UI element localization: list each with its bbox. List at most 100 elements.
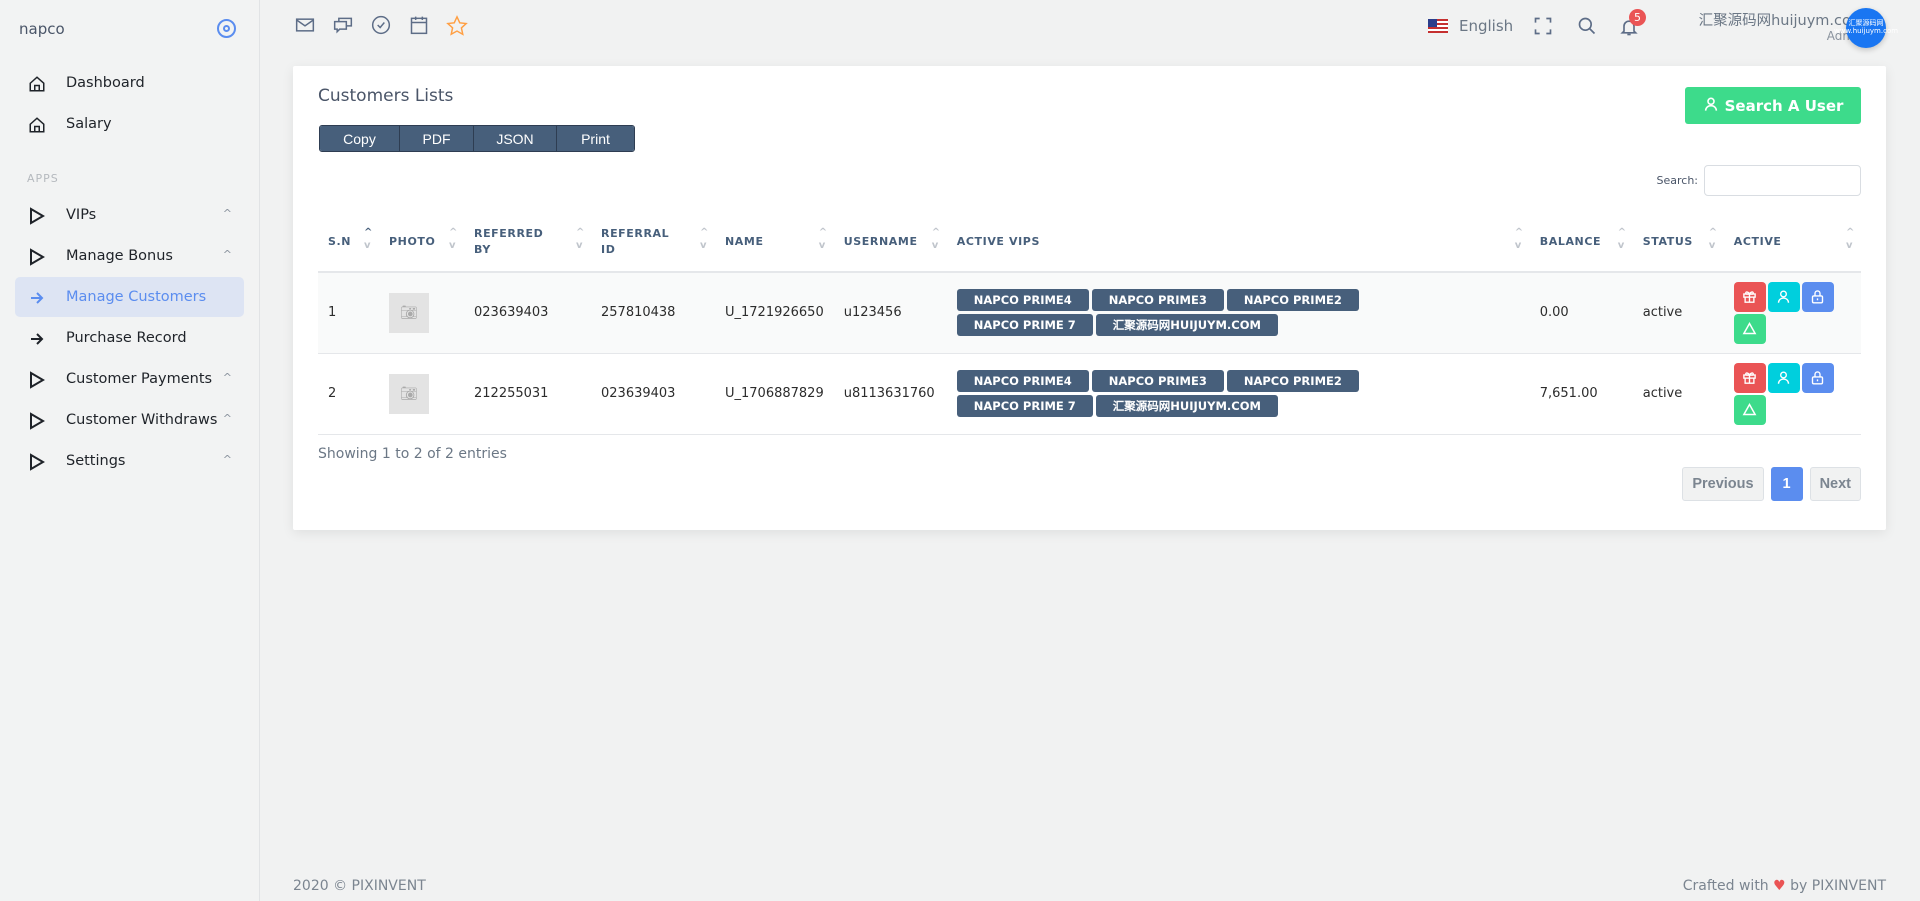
- sort-icon: ^ v: [700, 227, 709, 251]
- sidebar-item-customer-payments[interactable]: Customer Payments ^: [15, 359, 244, 399]
- mail-icon[interactable]: [295, 15, 317, 37]
- fullscreen-icon[interactable]: [1533, 16, 1555, 38]
- sidebar-item-customer-withdraws[interactable]: Customer Withdraws ^: [15, 400, 244, 440]
- vip-badge: NAPCO PRIME3: [1091, 289, 1224, 312]
- user-icon: [1778, 371, 1790, 384]
- sort-icon: ^ v: [1846, 227, 1855, 251]
- cell-actions: [1723, 353, 1861, 435]
- cell-photo: 📷︎: [379, 353, 464, 435]
- table-info: Showing 1 to 2 of 2 entries: [318, 446, 507, 462]
- cell-sn: 1: [318, 272, 379, 354]
- gift-button[interactable]: [1733, 362, 1766, 393]
- sidebar-item-salary[interactable]: Salary: [15, 104, 244, 144]
- language-selector[interactable]: English: [1428, 17, 1513, 35]
- arrow-right-icon: [27, 329, 47, 349]
- column-header-name[interactable]: NAME ^ v: [715, 212, 834, 273]
- column-header-referral-id[interactable]: REFERRAL ID ^ v: [591, 212, 715, 273]
- column-header-photo[interactable]: PHOTO ^ v: [379, 212, 464, 273]
- heart-icon: ♥: [1773, 878, 1786, 894]
- page-1-button[interactable]: 1: [1770, 467, 1803, 501]
- us-flag-icon: [1428, 19, 1448, 33]
- sidebar-item-manage-customers[interactable]: Manage Customers: [15, 277, 244, 317]
- table-search-input[interactable]: [1704, 165, 1861, 196]
- sort-icon: ^ v: [1514, 227, 1524, 251]
- cell-photo: 📷︎: [379, 272, 464, 354]
- column-header-referred-by[interactable]: REFERRED BY ^ v: [464, 212, 591, 273]
- pdf-button[interactable]: PDF: [400, 126, 474, 151]
- top-navbar: English 5 汇聚源码网huijuym.com Admin 汇聚源码网 w…: [261, 0, 1920, 56]
- copy-button[interactable]: Copy: [320, 126, 400, 151]
- camera-placeholder-icon[interactable]: 📷︎: [389, 373, 429, 414]
- column-header-status[interactable]: STATUS ^ v: [1632, 212, 1724, 273]
- user-icon: [1778, 290, 1790, 304]
- play-triangle-icon: [27, 411, 47, 431]
- sidebar-item-settings[interactable]: Settings ^: [15, 441, 244, 481]
- sidebar-item-label: Customer Payments: [66, 371, 213, 387]
- sidebar-item-label: Customer Withdraws: [66, 412, 218, 428]
- chat-icon[interactable]: [333, 15, 355, 37]
- sidebar-item-dashboard[interactable]: Dashboard: [15, 63, 244, 103]
- vip-badge: NAPCO PRIME2: [1226, 289, 1359, 312]
- chevron-up-icon[interactable]: ^: [223, 207, 232, 220]
- lock-icon: [1812, 290, 1824, 304]
- sidebar-toggle-icon[interactable]: [217, 19, 236, 38]
- column-header-balance[interactable]: BALANCE ^ v: [1529, 212, 1633, 273]
- view-user-button[interactable]: [1767, 281, 1800, 312]
- cell-referral-id: 023639403: [591, 353, 715, 435]
- star-icon[interactable]: [446, 15, 468, 37]
- sidebar-item-label: Settings: [66, 453, 126, 469]
- section-label-apps: APPS: [27, 172, 59, 185]
- cell-status: active: [1632, 272, 1724, 354]
- sidebar-item-label: Manage Bonus: [66, 248, 173, 264]
- upgrade-button[interactable]: [1733, 394, 1766, 425]
- next-page-button[interactable]: Next: [1809, 467, 1861, 501]
- print-button[interactable]: Print: [557, 126, 634, 151]
- sort-icon: ^ v: [818, 227, 828, 251]
- sidebar-item-label: Purchase Record: [66, 330, 187, 346]
- gift-icon: [1743, 372, 1757, 384]
- export-button-group: Copy PDF JSON Print: [319, 125, 635, 152]
- check-circle-icon[interactable]: [371, 15, 393, 37]
- cell-referral-id: 257810438: [591, 272, 715, 354]
- gift-icon: [1743, 291, 1757, 304]
- vip-badge: NAPCO PRIME 7: [956, 395, 1093, 417]
- avatar[interactable]: 汇聚源码网 www.huijuym.com: [1834, 8, 1898, 48]
- column-header-username[interactable]: USERNAME ^ v: [833, 212, 947, 273]
- footer-copyright: 2020 © PIXINVENT: [293, 878, 426, 894]
- cell-name: U_1721926650: [715, 272, 834, 354]
- triangle-icon: [1742, 402, 1757, 416]
- lock-button[interactable]: [1801, 281, 1834, 312]
- column-header-sn[interactable]: S.N ^ v: [318, 212, 379, 273]
- cell-active-vips: NAPCO PRIME4 NAPCO PRIME3 NAPCO PRIME2 N…: [946, 272, 1530, 354]
- lock-button[interactable]: [1801, 362, 1834, 393]
- play-triangle-icon: [27, 452, 47, 472]
- column-header-active[interactable]: ACTIVE ^ v: [1723, 212, 1861, 273]
- search-user-label: Search A User: [1724, 96, 1844, 115]
- search-icon[interactable]: [1577, 16, 1599, 38]
- cell-username: u123456: [833, 272, 947, 354]
- sidebar-item-vips[interactable]: VIPs ^: [15, 195, 244, 235]
- chevron-up-icon[interactable]: ^: [223, 248, 232, 261]
- column-header-active-vips[interactable]: ACTIVE VIPS ^ v: [946, 212, 1530, 273]
- search-label: Search:: [1656, 174, 1699, 187]
- footer-credit-suffix: by PIXINVENT: [1790, 878, 1886, 894]
- cell-balance: 0.00: [1529, 272, 1633, 354]
- cell-referred-by: 023639403: [464, 272, 591, 354]
- upgrade-button[interactable]: [1733, 313, 1766, 344]
- customers-table: S.N ^ v PHOTO ^ v REFERRED BY ^ v REFERRAL ID ^…: [318, 212, 1861, 435]
- brand-name[interactable]: napco: [19, 20, 65, 38]
- search-user-button[interactable]: Search A User: [1685, 87, 1861, 124]
- sort-icon: ^ v: [1617, 227, 1627, 251]
- view-user-button[interactable]: [1767, 362, 1800, 393]
- chevron-up-icon[interactable]: ^: [223, 412, 232, 425]
- gift-button[interactable]: [1733, 281, 1766, 312]
- json-button[interactable]: JSON: [474, 126, 557, 151]
- calendar-icon[interactable]: [409, 15, 431, 37]
- sidebar-item-manage-bonus[interactable]: Manage Bonus ^: [15, 236, 244, 276]
- sidebar-item-purchase-record[interactable]: Purchase Record: [15, 318, 244, 358]
- chevron-up-icon[interactable]: ^: [223, 371, 232, 384]
- camera-placeholder-icon[interactable]: 📷︎: [389, 292, 429, 333]
- cell-referred-by: 212255031: [464, 353, 591, 435]
- previous-page-button[interactable]: Previous: [1682, 467, 1764, 501]
- chevron-up-icon[interactable]: ^: [223, 453, 232, 466]
